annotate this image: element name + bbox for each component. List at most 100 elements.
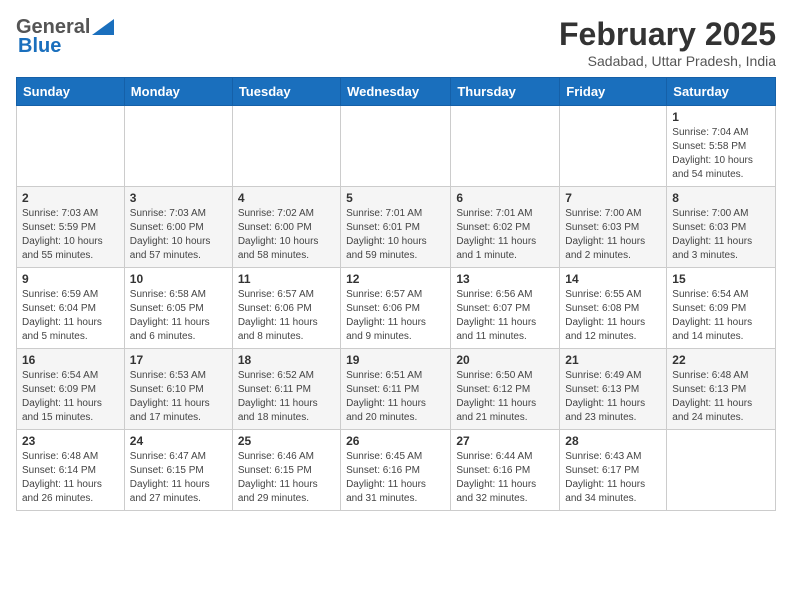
- location: Sadabad, Uttar Pradesh, India: [559, 53, 776, 69]
- day-info: Sunrise: 6:55 AM Sunset: 6:08 PM Dayligh…: [565, 288, 661, 344]
- day-info: Sunrise: 6:51 AM Sunset: 6:11 PM Dayligh…: [346, 369, 445, 425]
- day-info: Sunrise: 6:46 AM Sunset: 6:15 PM Dayligh…: [238, 450, 335, 506]
- day-info: Sunrise: 6:57 AM Sunset: 6:06 PM Dayligh…: [238, 288, 335, 344]
- day-info: Sunrise: 6:43 AM Sunset: 6:17 PM Dayligh…: [565, 450, 661, 506]
- calendar-week-1: 1 Sunrise: 7:04 AM Sunset: 5:58 PM Daylig…: [17, 106, 776, 187]
- day-info: Sunrise: 6:54 AM Sunset: 6:09 PM Dayligh…: [672, 288, 770, 344]
- weekday-header-monday: Monday: [124, 78, 232, 106]
- day-info: Sunrise: 6:48 AM Sunset: 6:14 PM Dayligh…: [22, 450, 119, 506]
- calendar-cell: 14 Sunrise: 6:55 AM Sunset: 6:08 PM Dayli…: [560, 268, 667, 349]
- weekday-header-thursday: Thursday: [451, 78, 560, 106]
- calendar-cell: 10 Sunrise: 6:58 AM Sunset: 6:05 PM Dayli…: [124, 268, 232, 349]
- calendar-cell: 26 Sunrise: 6:45 AM Sunset: 6:16 PM Dayli…: [341, 430, 451, 511]
- calendar-cell: 15 Sunrise: 6:54 AM Sunset: 6:09 PM Dayli…: [667, 268, 776, 349]
- weekday-header-sunday: Sunday: [17, 78, 125, 106]
- day-number: 13: [456, 272, 554, 286]
- day-number: 15: [672, 272, 770, 286]
- calendar-week-4: 16 Sunrise: 6:54 AM Sunset: 6:09 PM Dayli…: [17, 349, 776, 430]
- day-info: Sunrise: 6:57 AM Sunset: 6:06 PM Dayligh…: [346, 288, 445, 344]
- month-title: February 2025: [559, 16, 776, 53]
- day-number: 22: [672, 353, 770, 367]
- day-number: 20: [456, 353, 554, 367]
- calendar-cell: 4 Sunrise: 7:02 AM Sunset: 6:00 PM Daylig…: [232, 187, 340, 268]
- day-number: 27: [456, 434, 554, 448]
- day-info: Sunrise: 6:50 AM Sunset: 6:12 PM Dayligh…: [456, 369, 554, 425]
- day-number: 14: [565, 272, 661, 286]
- logo: General Blue: [16, 16, 114, 58]
- day-number: 2: [22, 191, 119, 205]
- logo-icon: [92, 19, 114, 35]
- calendar-cell: [232, 106, 340, 187]
- calendar-cell: [341, 106, 451, 187]
- weekday-header-wednesday: Wednesday: [341, 78, 451, 106]
- day-info: Sunrise: 7:04 AM Sunset: 5:58 PM Dayligh…: [672, 126, 770, 182]
- day-number: 3: [130, 191, 227, 205]
- calendar-cell: 23 Sunrise: 6:48 AM Sunset: 6:14 PM Dayli…: [17, 430, 125, 511]
- calendar-cell: 1 Sunrise: 7:04 AM Sunset: 5:58 PM Daylig…: [667, 106, 776, 187]
- calendar: SundayMondayTuesdayWednesdayThursdayFrid…: [16, 77, 776, 511]
- day-info: Sunrise: 7:03 AM Sunset: 5:59 PM Dayligh…: [22, 207, 119, 263]
- logo-blue: Blue: [18, 35, 61, 58]
- weekday-header-saturday: Saturday: [667, 78, 776, 106]
- day-info: Sunrise: 7:00 AM Sunset: 6:03 PM Dayligh…: [565, 207, 661, 263]
- day-info: Sunrise: 6:53 AM Sunset: 6:10 PM Dayligh…: [130, 369, 227, 425]
- day-info: Sunrise: 6:45 AM Sunset: 6:16 PM Dayligh…: [346, 450, 445, 506]
- calendar-cell: 18 Sunrise: 6:52 AM Sunset: 6:11 PM Dayli…: [232, 349, 340, 430]
- calendar-cell: 22Sunrise: 6:48 AM Sunset: 6:13 PM Dayli…: [667, 349, 776, 430]
- day-info: Sunrise: 7:02 AM Sunset: 6:00 PM Dayligh…: [238, 207, 335, 263]
- day-number: 10: [130, 272, 227, 286]
- calendar-cell: [124, 106, 232, 187]
- calendar-cell: 28 Sunrise: 6:43 AM Sunset: 6:17 PM Dayli…: [560, 430, 667, 511]
- calendar-week-3: 9Sunrise: 6:59 AM Sunset: 6:04 PM Daylig…: [17, 268, 776, 349]
- calendar-cell: [17, 106, 125, 187]
- calendar-cell: 27 Sunrise: 6:44 AM Sunset: 6:16 PM Dayli…: [451, 430, 560, 511]
- day-number: 4: [238, 191, 335, 205]
- calendar-cell: 9Sunrise: 6:59 AM Sunset: 6:04 PM Daylig…: [17, 268, 125, 349]
- calendar-cell: 11 Sunrise: 6:57 AM Sunset: 6:06 PM Dayli…: [232, 268, 340, 349]
- calendar-week-2: 2 Sunrise: 7:03 AM Sunset: 5:59 PM Daylig…: [17, 187, 776, 268]
- day-info: Sunrise: 7:01 AM Sunset: 6:01 PM Dayligh…: [346, 207, 445, 263]
- day-number: 26: [346, 434, 445, 448]
- calendar-cell: 17 Sunrise: 6:53 AM Sunset: 6:10 PM Dayli…: [124, 349, 232, 430]
- day-number: 25: [238, 434, 335, 448]
- calendar-cell: [667, 430, 776, 511]
- calendar-cell: 19 Sunrise: 6:51 AM Sunset: 6:11 PM Dayli…: [341, 349, 451, 430]
- weekday-header-friday: Friday: [560, 78, 667, 106]
- calendar-cell: [560, 106, 667, 187]
- calendar-cell: 13 Sunrise: 6:56 AM Sunset: 6:07 PM Dayli…: [451, 268, 560, 349]
- day-info: Sunrise: 6:47 AM Sunset: 6:15 PM Dayligh…: [130, 450, 227, 506]
- day-info: Sunrise: 6:49 AM Sunset: 6:13 PM Dayligh…: [565, 369, 661, 425]
- day-number: 28: [565, 434, 661, 448]
- day-number: 23: [22, 434, 119, 448]
- calendar-cell: 2 Sunrise: 7:03 AM Sunset: 5:59 PM Daylig…: [17, 187, 125, 268]
- day-number: 11: [238, 272, 335, 286]
- day-number: 17: [130, 353, 227, 367]
- calendar-cell: 25 Sunrise: 6:46 AM Sunset: 6:15 PM Dayli…: [232, 430, 340, 511]
- day-number: 6: [456, 191, 554, 205]
- day-number: 1: [672, 110, 770, 124]
- calendar-cell: 24Sunrise: 6:47 AM Sunset: 6:15 PM Dayli…: [124, 430, 232, 511]
- calendar-cell: 21Sunrise: 6:49 AM Sunset: 6:13 PM Dayli…: [560, 349, 667, 430]
- calendar-cell: 8 Sunrise: 7:00 AM Sunset: 6:03 PM Daylig…: [667, 187, 776, 268]
- day-info: Sunrise: 6:58 AM Sunset: 6:05 PM Dayligh…: [130, 288, 227, 344]
- day-number: 16: [22, 353, 119, 367]
- calendar-cell: 6Sunrise: 7:01 AM Sunset: 6:02 PM Daylig…: [451, 187, 560, 268]
- day-info: Sunrise: 7:03 AM Sunset: 6:00 PM Dayligh…: [130, 207, 227, 263]
- page-header: General Blue February 2025 Sadabad, Utta…: [16, 16, 776, 69]
- day-info: Sunrise: 7:00 AM Sunset: 6:03 PM Dayligh…: [672, 207, 770, 263]
- calendar-cell: 7Sunrise: 7:00 AM Sunset: 6:03 PM Daylig…: [560, 187, 667, 268]
- day-number: 18: [238, 353, 335, 367]
- day-number: 19: [346, 353, 445, 367]
- day-info: Sunrise: 6:52 AM Sunset: 6:11 PM Dayligh…: [238, 369, 335, 425]
- day-number: 5: [346, 191, 445, 205]
- day-info: Sunrise: 6:56 AM Sunset: 6:07 PM Dayligh…: [456, 288, 554, 344]
- title-block: February 2025 Sadabad, Uttar Pradesh, In…: [559, 16, 776, 69]
- calendar-cell: 3 Sunrise: 7:03 AM Sunset: 6:00 PM Daylig…: [124, 187, 232, 268]
- day-info: Sunrise: 6:54 AM Sunset: 6:09 PM Dayligh…: [22, 369, 119, 425]
- calendar-cell: 5 Sunrise: 7:01 AM Sunset: 6:01 PM Daylig…: [341, 187, 451, 268]
- day-number: 8: [672, 191, 770, 205]
- day-info: Sunrise: 6:44 AM Sunset: 6:16 PM Dayligh…: [456, 450, 554, 506]
- day-number: 9: [22, 272, 119, 286]
- weekday-header-row: SundayMondayTuesdayWednesdayThursdayFrid…: [17, 78, 776, 106]
- calendar-week-5: 23 Sunrise: 6:48 AM Sunset: 6:14 PM Dayli…: [17, 430, 776, 511]
